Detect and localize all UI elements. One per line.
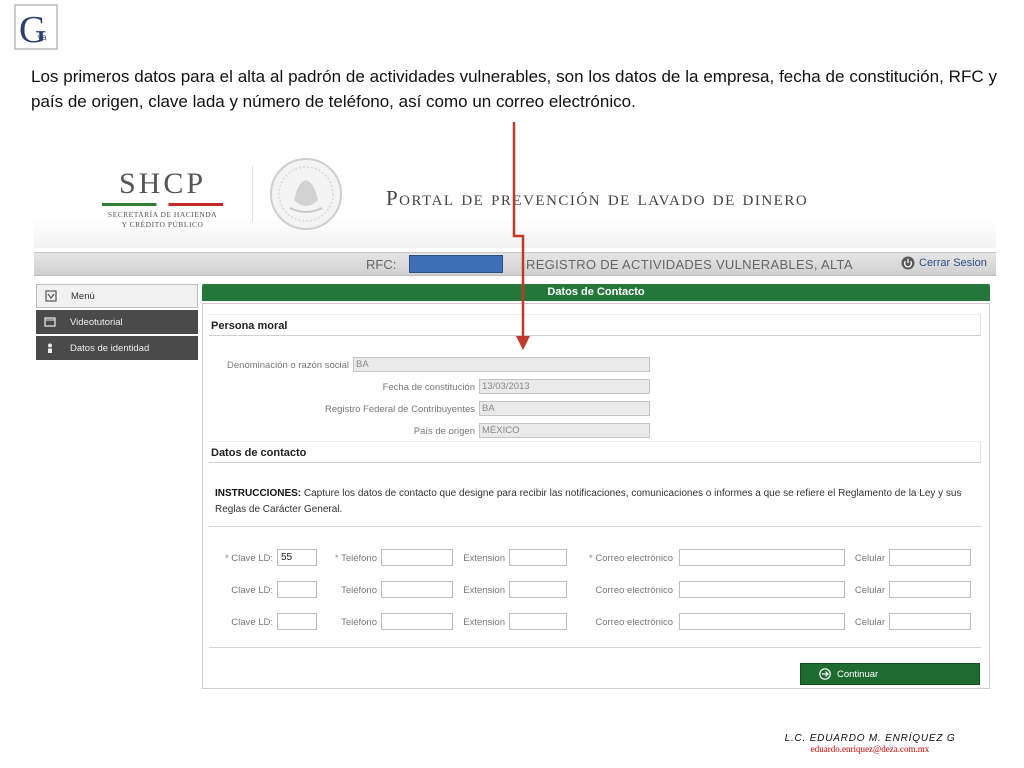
correo-input-3[interactable] — [679, 613, 845, 630]
sidebar-item-label: Videotutorial — [70, 316, 123, 328]
clave-label: Clave LD: — [231, 585, 273, 596]
clave-label-text: Clave LD: — [231, 553, 273, 564]
continue-label: Continuar — [837, 668, 879, 680]
field-label-pais: País de origen — [413, 426, 475, 437]
correo-label: * Correo electrónico — [571, 553, 673, 564]
required-mark: * — [224, 553, 229, 564]
clave-ld-input-3[interactable] — [277, 613, 317, 630]
correo-input-2[interactable] — [679, 581, 845, 598]
author-email: eduardo.enriquez@deza.com.mx — [810, 744, 930, 754]
extension-label: Extension — [463, 617, 505, 628]
correo-input-1[interactable] — [679, 549, 845, 566]
extension-input-2[interactable] — [509, 581, 567, 598]
svg-text:G: G — [19, 9, 46, 50]
required-mark: * — [589, 553, 593, 564]
extension-input-1[interactable] — [509, 549, 567, 566]
telefono-label: * Teléfono — [321, 553, 377, 564]
telefono-input-1[interactable] — [381, 549, 453, 566]
id-icon — [48, 343, 52, 353]
telefono-label: Teléfono — [341, 617, 377, 628]
sidebar-item-datos-identidad[interactable]: Datos de identidad — [36, 336, 198, 360]
menu-icon — [45, 290, 57, 302]
arrow-circle-icon — [819, 668, 831, 680]
shcp-logo: SHCP SECRETARÍA DE HACIENDA Y CRÉDITO PÚ… — [90, 168, 235, 230]
shcp-sub-line1: SECRETARÍA DE HACIENDA — [107, 210, 218, 219]
header-divider — [252, 166, 253, 222]
rfc-redacted-box — [409, 255, 503, 273]
rfc-label: RFC: — [366, 257, 397, 272]
field-label-fecha: Fecha de constitución — [382, 382, 475, 393]
power-icon — [901, 256, 915, 270]
panel-body: Persona moral Denominación o razón socia… — [202, 303, 990, 689]
celular-label: Celular — [854, 585, 885, 596]
instructions-label: INSTRUCCIONES: — [215, 488, 302, 499]
celular-input-3[interactable] — [889, 613, 971, 630]
logout-label: Cerrar Sesion — [919, 257, 987, 269]
correo-label: Correo electrónico — [595, 617, 673, 628]
instructions-body: Capture los datos de contacto que design… — [215, 488, 962, 515]
panel-title: Datos de Contacto — [202, 284, 990, 301]
shcp-sub-line2: Y CRÉDITO PÚBLICO — [121, 220, 204, 229]
extension-input-3[interactable] — [509, 613, 567, 630]
clave-ld-input-2[interactable] — [277, 581, 317, 598]
required-mark: * — [334, 553, 339, 564]
video-icon — [44, 317, 56, 327]
portal-header: SHCP SECRETARÍA DE HACIENDA Y CRÉDITO PÚ… — [34, 148, 996, 248]
contact-panel: Datos de Contacto Persona moral Denomina… — [202, 284, 990, 689]
registro-title: REGISTRO DE ACTIVIDADES VULNERABLES, ALT… — [526, 257, 853, 272]
instructions-text: INSTRUCCIONES: Capture los datos de cont… — [215, 486, 983, 518]
telefono-input-2[interactable] — [381, 581, 453, 598]
divider — [209, 526, 981, 527]
slide-intro-text: Los primeros datos para el alta al padró… — [31, 67, 997, 111]
celular-input-1[interactable] — [889, 549, 971, 566]
extension-label: Extension — [463, 585, 505, 596]
rfc-field — [479, 401, 650, 416]
divider — [209, 647, 981, 648]
razon-social-field — [353, 357, 650, 372]
extension-label: Extension — [463, 553, 505, 564]
field-label-razon-social: Denominación o razón social — [227, 360, 349, 371]
footer: L.C. EDUARDO M. ENRÍQUEZ G eduardo.enriq… — [780, 733, 960, 754]
info-bar: RFC: REGISTRO DE ACTIVIDADES VULNERABLES… — [34, 252, 996, 276]
portal-title: Portal de prevención de lavado de dinero — [386, 186, 809, 210]
section-persona-moral: Persona moral — [209, 314, 981, 336]
celular-input-2[interactable] — [889, 581, 971, 598]
portal-screenshot: SHCP SECRETARÍA DE HACIENDA Y CRÉDITO PÚ… — [34, 148, 996, 693]
shcp-acronym: SHCP — [118, 167, 207, 200]
sidebar-item-menu[interactable]: Menú — [36, 284, 198, 308]
author-name: L.C. EDUARDO M. ENRÍQUEZ G — [784, 733, 956, 744]
svg-text:va: va — [38, 33, 47, 42]
field-label-rfc: Registro Federal de Contribuyentes — [325, 404, 475, 415]
clave-label: * Clave LD: — [221, 553, 273, 564]
continue-button[interactable]: Continuar — [800, 663, 980, 685]
sidebar-item-label: Datos de identidad — [70, 342, 150, 354]
section-datos-contacto: Datos de contacto — [209, 441, 981, 463]
correo-label-text: Correo electrónico — [595, 553, 673, 564]
slide-logo: G va — [14, 4, 58, 50]
clave-label: Clave LD: — [231, 617, 273, 628]
sidebar-item-videotutorial[interactable]: Videotutorial — [36, 310, 198, 334]
celular-label: Celular — [854, 553, 885, 564]
telefono-label-text: Teléfono — [341, 553, 377, 564]
logout-button[interactable]: Cerrar Sesion — [901, 256, 987, 270]
correo-label: Correo electrónico — [595, 585, 673, 596]
shcp-color-bar — [102, 203, 223, 206]
clave-ld-input-1[interactable] — [277, 549, 317, 566]
telefono-label: Teléfono — [341, 585, 377, 596]
fecha-constitucion-field — [479, 379, 650, 394]
sidebar-item-label: Menú — [71, 290, 95, 302]
celular-label: Celular — [854, 617, 885, 628]
telefono-input-3[interactable] — [381, 613, 453, 630]
pais-origen-field — [479, 423, 650, 438]
sidebar: Menú Videotutorial Datos de identidad — [36, 284, 198, 362]
mexico-seal-icon — [270, 158, 342, 230]
